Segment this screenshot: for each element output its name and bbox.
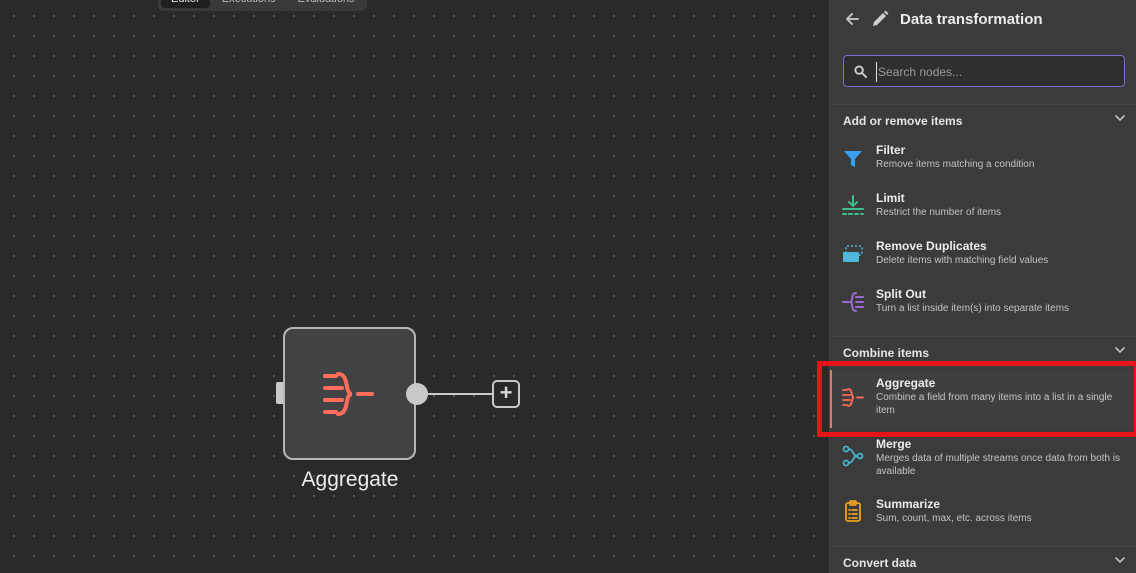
remove-duplicates-icon	[843, 245, 863, 262]
chevron-down-icon	[1115, 557, 1125, 564]
pencil-icon	[873, 10, 889, 26]
item-desc: Combine a field from many items into a l…	[876, 392, 1113, 416]
chevron-down-icon	[1115, 115, 1125, 122]
item-title: Aggregate	[876, 376, 936, 390]
section-add-or-remove-items[interactable]: Add or remove items	[830, 104, 1136, 130]
item-desc: Delete items with matching field values	[876, 255, 1049, 266]
search-icon	[854, 65, 867, 78]
list-item-limit[interactable]: Limit Restrict the number of items	[830, 191, 1136, 231]
list-item-aggregate[interactable]: Aggregate Combine a field from many item…	[817, 361, 1136, 437]
section-combine-items[interactable]: Combine items	[830, 336, 1136, 362]
add-node-button[interactable]: +	[492, 380, 520, 408]
item-desc: Remove items matching a condition	[876, 159, 1035, 170]
back-arrow-icon[interactable]	[844, 11, 860, 27]
view-tabs: Editor Executions Evaluations	[158, 0, 368, 11]
section-title: Convert data	[843, 556, 917, 570]
aggregate-icon	[842, 388, 864, 407]
item-desc: Restrict the number of items	[876, 207, 1002, 218]
item-desc: Merges data of multiple streams once dat…	[876, 453, 1121, 477]
item-title: Remove Duplicates	[876, 239, 987, 253]
filter-icon	[844, 151, 862, 167]
tab-executions[interactable]: Executions	[212, 0, 286, 8]
summarize-icon	[845, 500, 861, 522]
section-convert-data[interactable]: Convert data	[830, 546, 1136, 572]
list-item-merge[interactable]: Merge Merges data of multiple streams on…	[830, 437, 1136, 487]
item-title: Merge	[876, 437, 912, 451]
connector-line	[428, 393, 492, 395]
node-label: Aggregate	[301, 468, 399, 491]
tab-evaluations[interactable]: Evaluations	[288, 0, 365, 8]
workflow-canvas[interactable]: Editor Executions Evaluations + Aggregat…	[0, 0, 829, 573]
item-desc: Sum, count, max, etc. across items	[876, 513, 1032, 524]
list-item-split-out[interactable]: Split Out Turn a list inside item(s) int…	[830, 287, 1136, 327]
item-title: Summarize	[876, 497, 941, 511]
item-desc: Turn a list inside item(s) into separate…	[876, 303, 1070, 314]
aggregate-icon	[322, 371, 374, 416]
node-output-handle[interactable]	[406, 383, 428, 405]
list-item-summarize[interactable]: Summarize Sum, count, max, etc. across i…	[830, 497, 1136, 537]
tab-editor[interactable]: Editor	[161, 0, 210, 8]
search-input[interactable]	[876, 62, 1116, 82]
section-title: Combine items	[843, 346, 930, 360]
selection-indicator	[830, 370, 832, 428]
chevron-down-icon	[1115, 347, 1125, 354]
item-title: Limit	[876, 191, 905, 205]
merge-icon	[842, 445, 864, 467]
section-title: Add or remove items	[843, 114, 963, 128]
limit-icon	[842, 195, 864, 215]
aggregate-node[interactable]	[283, 327, 416, 460]
node-creator-panel: Data transformation Add or remove items …	[817, 0, 1136, 573]
search-box[interactable]	[843, 55, 1125, 87]
panel-header: Data transformation	[830, 0, 1136, 40]
split-out-icon	[842, 292, 864, 312]
panel-title: Data transformation	[900, 11, 1043, 28]
item-title: Split Out	[876, 287, 926, 301]
list-item-remove-duplicates[interactable]: Remove Duplicates Delete items with matc…	[830, 239, 1136, 279]
list-item-filter[interactable]: Filter Remove items matching a condition	[830, 143, 1136, 183]
item-title: Filter	[876, 143, 906, 157]
